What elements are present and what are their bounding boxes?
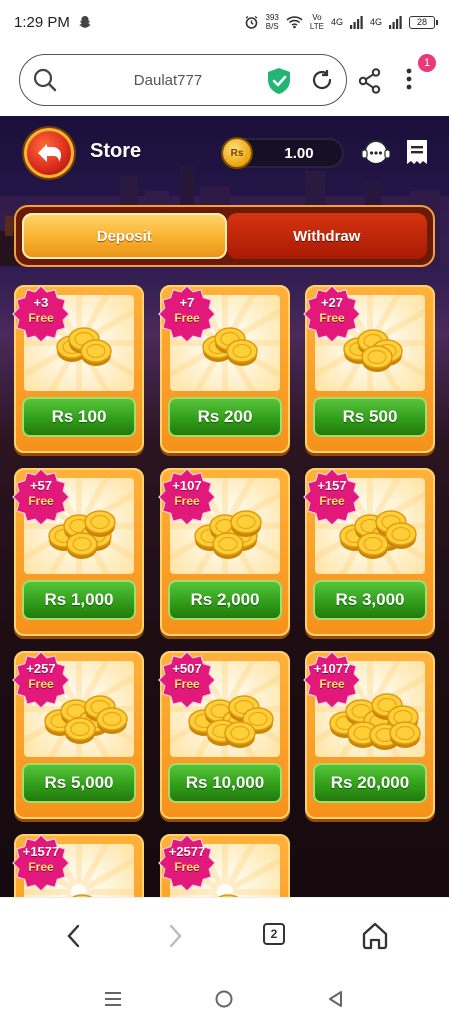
bonus-badge: +107 Free xyxy=(157,467,217,527)
rupee-coin-icon: Rs xyxy=(221,137,253,169)
price-button[interactable]: Rs 20,000 xyxy=(313,763,427,803)
alarm-icon xyxy=(245,15,257,29)
free-label: Free xyxy=(319,494,345,508)
url-text: Daulat777 xyxy=(133,71,203,89)
transaction-history-icon[interactable] xyxy=(404,137,430,167)
price-button[interactable]: Rs 100 xyxy=(22,397,136,437)
bonus-amount: +1077 xyxy=(313,661,351,676)
volte-top: Vo xyxy=(312,13,322,22)
price-button[interactable]: Rs 3,000 xyxy=(313,580,427,620)
page-title: Store xyxy=(90,140,142,162)
free-label: Free xyxy=(28,311,54,325)
bonus-amount: +157 xyxy=(317,478,347,493)
bonus-badge: +57 Free xyxy=(11,467,71,527)
recent-apps-icon[interactable] xyxy=(103,989,123,1009)
network-type-1: 4G xyxy=(330,17,343,27)
bonus-badge: +27 Free xyxy=(302,284,362,344)
price-button[interactable]: Rs 1,000 xyxy=(22,580,136,620)
tab-withdraw[interactable]: Withdraw xyxy=(226,213,427,259)
back-triangle-icon[interactable] xyxy=(326,989,346,1009)
signal-icon-1 xyxy=(349,15,363,29)
deposit-package-card[interactable]: +3 Free Rs 100 xyxy=(11,284,144,453)
browser-bottom-nav: 2 xyxy=(0,897,449,975)
bonus-badge: +507 Free xyxy=(157,650,217,710)
back-button[interactable] xyxy=(24,128,74,178)
price-button[interactable]: Rs 10,000 xyxy=(168,763,282,803)
free-label: Free xyxy=(319,677,345,691)
free-label: Free xyxy=(174,311,200,325)
bonus-amount: +107 xyxy=(172,478,202,493)
volte-indicator: Vo LTE xyxy=(310,13,324,31)
bonus-badge: +7 Free xyxy=(157,284,217,344)
store-screen: Store Rs 1.00 Deposit Withdraw +3 Free Rs … xyxy=(0,116,449,897)
network-speed: 393 B/S xyxy=(266,13,279,31)
free-label: Free xyxy=(319,311,345,325)
system-navigation-bar xyxy=(0,975,449,1024)
more-menu-icon[interactable] xyxy=(405,66,413,92)
snapchat-icon xyxy=(79,16,91,28)
deposit-package-card[interactable]: +57 Free Rs 1,000 xyxy=(11,467,144,636)
deposit-package-card[interactable]: +7 Free Rs 200 xyxy=(157,284,290,453)
balance-amount: 1.00 xyxy=(284,145,314,162)
deposit-package-card[interactable]: +257 Free Rs 5,000 xyxy=(11,650,144,819)
bonus-badge: +257 Free xyxy=(11,650,71,710)
price-button[interactable]: Rs 2,000 xyxy=(168,580,282,620)
shield-check-icon[interactable] xyxy=(266,67,292,95)
battery-indicator: 28 xyxy=(409,15,438,29)
bonus-amount: +27 xyxy=(320,295,344,310)
back-icon[interactable] xyxy=(64,923,84,949)
speed-value: 393 xyxy=(265,13,279,22)
tab-deposit[interactable]: Deposit xyxy=(22,213,227,259)
price-button[interactable]: Rs 200 xyxy=(168,397,282,437)
network-type-2: 4G xyxy=(369,17,382,27)
deposit-package-card[interactable]: +1077 Free Rs 20,000 xyxy=(302,650,435,819)
bonus-badge: +1077 Free xyxy=(302,650,362,710)
deposit-package-card[interactable]: +107 Free Rs 2,000 xyxy=(157,467,290,636)
back-arrow-icon xyxy=(38,144,61,162)
balance-display: Rs 1.00 xyxy=(221,137,344,169)
bonus-badge: +1577 Free xyxy=(11,833,71,893)
browser-toolbar: Daulat777 1 xyxy=(0,44,449,116)
bonus-badge: +3 Free xyxy=(11,284,71,344)
notification-badge: 1 xyxy=(418,54,436,72)
wifi-icon xyxy=(286,16,303,29)
home-circle-icon[interactable] xyxy=(214,989,234,1009)
bonus-amount: +507 xyxy=(172,661,202,676)
status-time: 1:29 PM xyxy=(14,13,70,31)
price-button[interactable]: Rs 500 xyxy=(313,397,427,437)
speed-unit: B/S xyxy=(265,22,279,31)
bonus-badge: +157 Free xyxy=(302,467,362,527)
deposit-package-card[interactable]: +27 Free Rs 500 xyxy=(302,284,435,453)
bonus-amount: +2577 xyxy=(168,844,206,859)
bonus-amount: +7 xyxy=(179,295,195,310)
address-bar[interactable]: Daulat777 xyxy=(19,54,347,106)
bonus-amount: +257 xyxy=(26,661,56,676)
deposit-package-card[interactable]: +507 Free Rs 10,000 xyxy=(157,650,290,819)
reload-icon[interactable] xyxy=(310,68,334,92)
tab-switcher-button[interactable]: 2 xyxy=(263,923,285,945)
free-label: Free xyxy=(174,677,200,691)
home-icon[interactable] xyxy=(360,920,390,950)
free-label: Free xyxy=(28,494,54,508)
share-icon[interactable] xyxy=(358,68,382,94)
deposit-package-card[interactable]: +157 Free Rs 3,000 xyxy=(302,467,435,636)
bonus-amount: +57 xyxy=(29,478,53,493)
free-label: Free xyxy=(28,677,54,691)
store-tabs: Deposit Withdraw xyxy=(14,205,435,267)
forward-icon[interactable] xyxy=(165,923,185,949)
deposit-package-card[interactable]: +2577 Free xyxy=(157,833,290,897)
bonus-amount: +3 xyxy=(33,295,49,310)
customer-support-icon[interactable] xyxy=(360,138,392,168)
bonus-amount: +1577 xyxy=(22,844,60,859)
store-header: Store Rs 1.00 xyxy=(0,116,449,192)
deposit-package-card[interactable]: +1577 Free xyxy=(11,833,144,897)
free-label: Free xyxy=(174,494,200,508)
signal-icon-2 xyxy=(389,15,402,29)
volte-bottom: LTE xyxy=(309,22,324,31)
free-label: Free xyxy=(174,860,200,874)
status-bar: 1:29 PM 393 B/S Vo LTE 4G 4G 28 xyxy=(0,0,449,44)
bonus-badge: +2577 Free xyxy=(157,833,217,893)
free-label: Free xyxy=(28,860,54,874)
price-button[interactable]: Rs 5,000 xyxy=(22,763,136,803)
